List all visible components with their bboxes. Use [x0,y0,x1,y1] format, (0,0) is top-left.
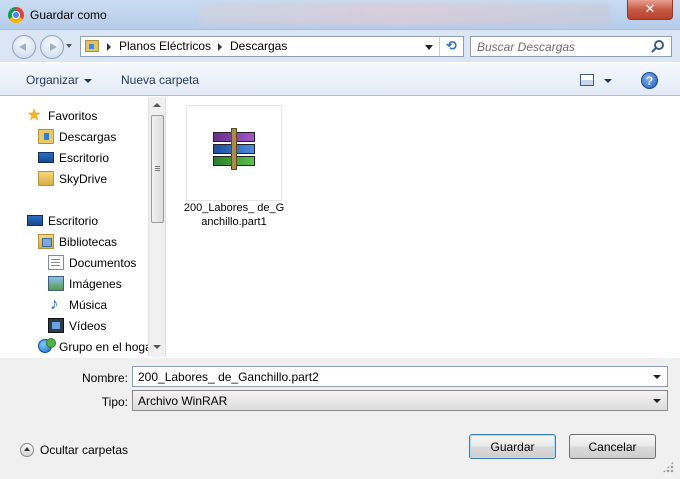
refresh-button[interactable]: ⟲ [439,37,463,56]
collapse-up-icon[interactable] [20,443,34,457]
file-item[interactable] [186,105,282,201]
breadcrumb-chevron-icon[interactable] [218,43,222,51]
file-type-value: Archivo WinRAR [138,394,228,408]
recent-pages-dropdown[interactable] [66,44,72,48]
search-box[interactable] [470,36,672,57]
desktop-icon [38,152,54,163]
save-button[interactable]: Guardar [469,434,556,459]
folder-icon [38,171,54,186]
filename-value[interactable]: 200_Labores_ de_Ganchillo.part2 [138,370,319,384]
desktop-icon [27,215,43,226]
sidebar-item-label: Música [69,298,108,312]
search-icon[interactable] [654,40,664,50]
file-type-select[interactable]: Archivo WinRAR [132,390,668,411]
chrome-icon [8,7,24,23]
chevron-down-icon [83,78,92,83]
downloads-folder-icon [85,40,99,52]
name-label: Nombre: [81,371,128,385]
library-icon [38,234,54,249]
view-dropdown-icon[interactable] [604,79,612,83]
scroll-down-icon[interactable] [153,345,161,349]
background-browser-tabs [200,3,610,25]
winrar-archive-icon [213,128,255,170]
sidebar-item-label: Documentos [69,256,137,270]
organize-label: Organizar [26,73,79,87]
documents-icon [48,255,64,270]
back-button[interactable] [12,35,36,59]
chevron-down-icon[interactable] [653,399,661,403]
sidebar-item-label: Grupo en el hoga [59,340,152,354]
downloads-folder-icon [38,129,54,144]
address-dropdown-icon[interactable] [425,45,433,50]
sidebar-item-label: Imágenes [69,277,122,291]
sidebar-item-label: Escritorio [59,151,110,165]
filename-field[interactable]: 200_Labores_ de_Ganchillo.part2 [132,366,668,387]
window-title: Guardar como [30,8,107,22]
star-icon [27,105,43,125]
pictures-icon [48,276,64,291]
forward-button[interactable] [40,35,64,59]
chevron-down-icon[interactable] [653,375,661,379]
breadcrumb-descargas[interactable]: Descargas [230,39,287,53]
file-list: 200_Labores_ de_Ganchillo.part1 [167,97,672,357]
sidebar-item-label: Vídeos [69,319,107,333]
close-button[interactable]: ✕ [627,0,673,20]
cancel-button[interactable]: Cancelar [569,434,656,459]
address-bar[interactable]: Planos Eléctricos Descargas ⟲ [80,36,464,57]
homegroup-icon [38,338,56,353]
sidebar-item-label: Escritorio [48,214,99,228]
title-bar: Guardar como ✕ [0,0,680,30]
navigation-pane: Favoritos Descargas Escritorio SkyDrive … [8,97,166,357]
sidebar-item-label: Bibliotecas [59,235,118,249]
scroll-thumb[interactable] [151,115,164,223]
hide-folders-button[interactable]: Ocultar carpetas [40,443,128,457]
breadcrumb-planos-electricos[interactable]: Planos Eléctricos [119,39,211,53]
help-icon[interactable]: ? [641,72,658,89]
type-label: Tipo: [101,395,128,409]
view-options-icon[interactable] [580,74,594,86]
sidebar-item-label: SkyDrive [59,172,108,186]
new-folder-button[interactable]: Nueva carpeta [121,73,199,87]
navigation-scrollbar[interactable] [148,97,165,357]
videos-icon [48,318,64,333]
sidebar-item-label: Descargas [59,130,117,144]
organize-button[interactable]: Organizar [26,73,92,87]
scroll-up-icon[interactable] [153,103,161,107]
music-icon [48,294,64,314]
file-name[interactable]: 200_Labores_ de_Ganchillo.part1 [182,201,286,229]
sidebar-item-label: Favoritos [48,109,98,123]
command-toolbar: Organizar Nueva carpeta ? [0,62,680,96]
breadcrumb-chevron-icon[interactable] [107,43,111,51]
search-input[interactable] [477,39,647,54]
